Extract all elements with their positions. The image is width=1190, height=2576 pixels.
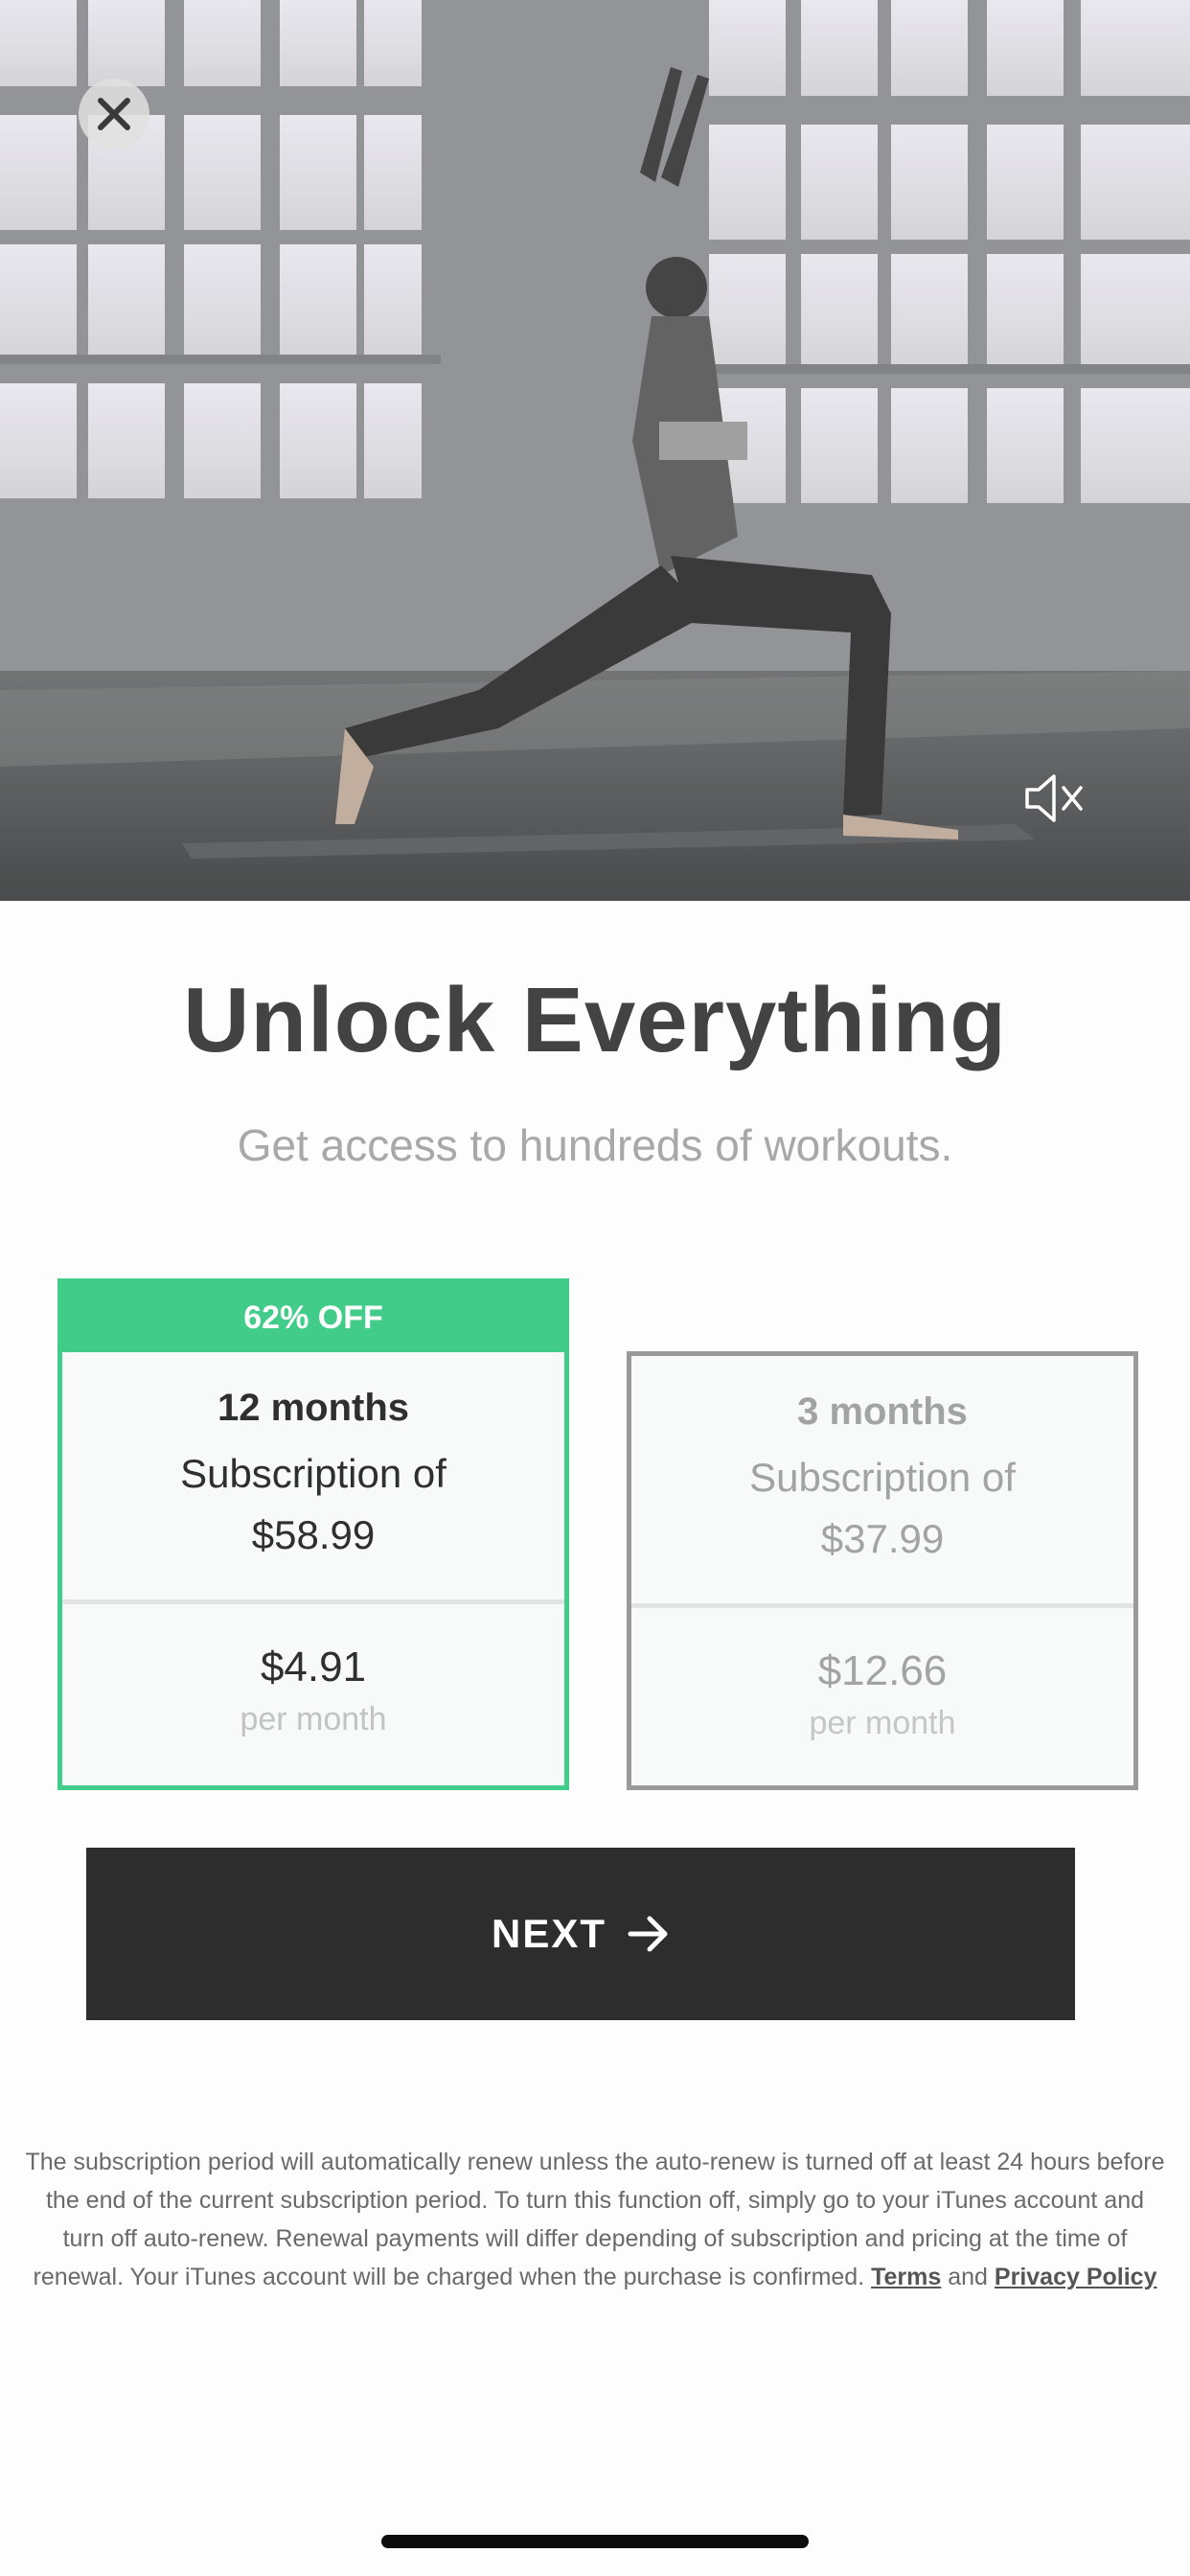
plan-summary: 3 months Subscription of $37.99 bbox=[631, 1356, 1133, 1603]
plan-per-month-label: per month bbox=[240, 1700, 387, 1737]
yoga-scene-image bbox=[0, 0, 1190, 901]
plan-option-12-months[interactable]: 62% OFF 12 months Subscription of $58.99… bbox=[57, 1278, 569, 1790]
plan-subscription-price: $37.99 bbox=[820, 1515, 945, 1561]
terms-link[interactable]: Terms bbox=[871, 2264, 941, 2290]
home-indicator[interactable] bbox=[381, 2535, 809, 2548]
plan-monthly-price: $4.91 bbox=[260, 1643, 367, 1690]
page-title: Unlock Everything bbox=[183, 969, 1007, 1071]
close-icon bbox=[98, 98, 130, 130]
next-button[interactable]: NEXT bbox=[86, 1848, 1075, 2020]
legal-disclaimer: The subscription period will automatical… bbox=[23, 2143, 1167, 2296]
legal-and-text: and bbox=[948, 2264, 988, 2290]
plan-subscription-price: $58.99 bbox=[251, 1511, 376, 1557]
mute-toggle-button[interactable] bbox=[1023, 772, 1085, 824]
close-button[interactable] bbox=[79, 79, 149, 150]
plan-monthly: $12.66 per month bbox=[631, 1608, 1133, 1781]
plan-subscription-label: Subscription of bbox=[749, 1454, 1016, 1500]
speaker-muted-icon bbox=[1025, 774, 1083, 822]
plan-monthly: $4.91 per month bbox=[62, 1604, 564, 1777]
plan-per-month-label: per month bbox=[809, 1704, 956, 1741]
page-subtitle: Get access to hundreds of workouts. bbox=[237, 1120, 953, 1170]
plan-subscription-label: Subscription of bbox=[180, 1450, 446, 1496]
plan-option-3-months[interactable]: 3 months Subscription of $37.99 $12.66 p… bbox=[627, 1351, 1138, 1790]
plan-summary: 12 months Subscription of $58.99 bbox=[62, 1352, 564, 1599]
plan-monthly-price: $12.66 bbox=[817, 1646, 948, 1694]
hero-video bbox=[0, 0, 1190, 901]
next-button-label: NEXT bbox=[491, 1911, 606, 1956]
privacy-policy-link[interactable]: Privacy Policy bbox=[995, 2264, 1157, 2290]
arrow-right-icon bbox=[628, 1916, 668, 1952]
discount-badge: 62% OFF bbox=[62, 1283, 564, 1352]
plan-duration: 3 months bbox=[797, 1390, 968, 1433]
plan-duration: 12 months bbox=[217, 1386, 410, 1429]
